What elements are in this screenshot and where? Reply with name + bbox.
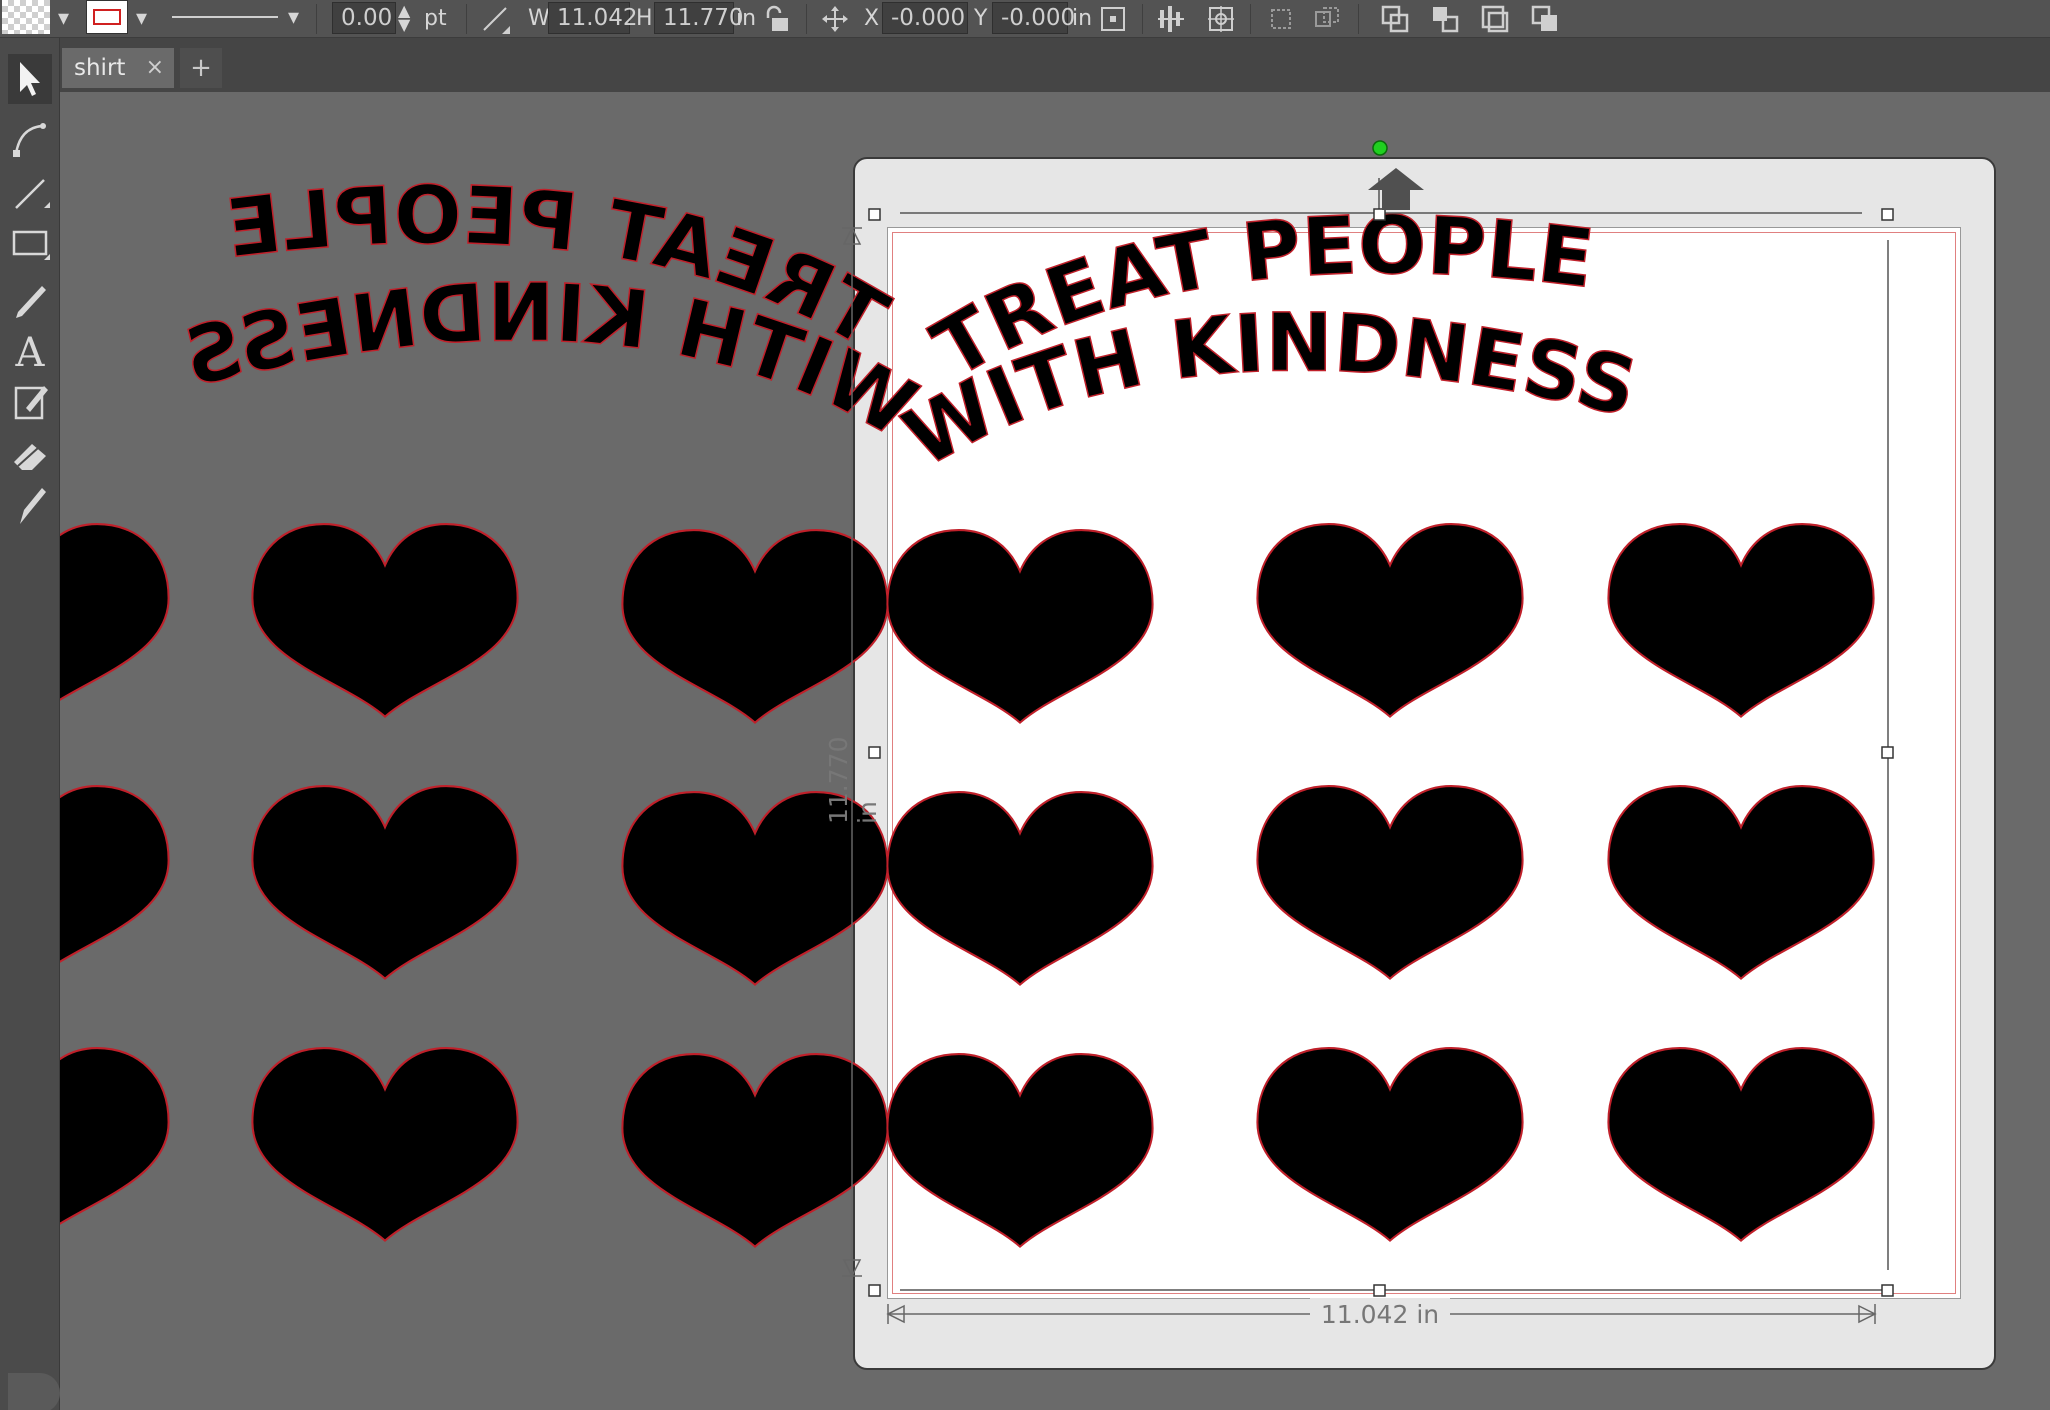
resize-handle[interactable] xyxy=(1373,208,1386,221)
resize-handle[interactable] xyxy=(868,208,881,221)
resize-handle[interactable] xyxy=(1373,1284,1386,1297)
resize-handle[interactable] xyxy=(1881,208,1894,221)
heart-shape[interactable] xyxy=(886,791,1154,986)
heart-shape[interactable] xyxy=(1607,523,1875,718)
heart-shape[interactable] xyxy=(251,523,519,718)
heart-shape[interactable] xyxy=(0,1047,170,1242)
heart-shape[interactable] xyxy=(1256,523,1524,718)
resize-handle[interactable] xyxy=(1881,746,1894,759)
heart-shape[interactable] xyxy=(1256,1047,1524,1242)
heart-shape[interactable] xyxy=(886,1053,1154,1248)
heart-shape[interactable] xyxy=(1256,785,1524,980)
heart-shape[interactable] xyxy=(621,1053,889,1248)
width-dimension-label: 11.042 in xyxy=(1310,1298,1450,1332)
heart-shape[interactable] xyxy=(1607,785,1875,980)
wavy-text-mirrored[interactable]: TREAT PEOPLE WITH KINDNESS xyxy=(174,168,932,456)
height-dimension-label: 11.770 in xyxy=(824,736,882,824)
heart-shape[interactable] xyxy=(0,785,170,980)
canvas-artwork: TREAT PEOPLE WITH KINDNESS TREAT PEOPLE … xyxy=(0,140,1894,1324)
resize-handle[interactable] xyxy=(868,1284,881,1297)
heart-shape[interactable] xyxy=(886,529,1154,724)
resize-handle[interactable] xyxy=(1881,1284,1894,1297)
hearts-group[interactable] xyxy=(0,523,1875,1248)
heart-shape[interactable] xyxy=(0,523,170,718)
heart-shape[interactable] xyxy=(1607,1047,1875,1242)
wavy-text-normal[interactable]: TREAT PEOPLE WITH KINDNESS xyxy=(888,198,1646,486)
heart-shape[interactable] xyxy=(621,529,889,724)
rotate-handle[interactable] xyxy=(1372,140,1388,156)
heart-shape[interactable] xyxy=(251,785,519,980)
heart-shape[interactable] xyxy=(251,1047,519,1242)
